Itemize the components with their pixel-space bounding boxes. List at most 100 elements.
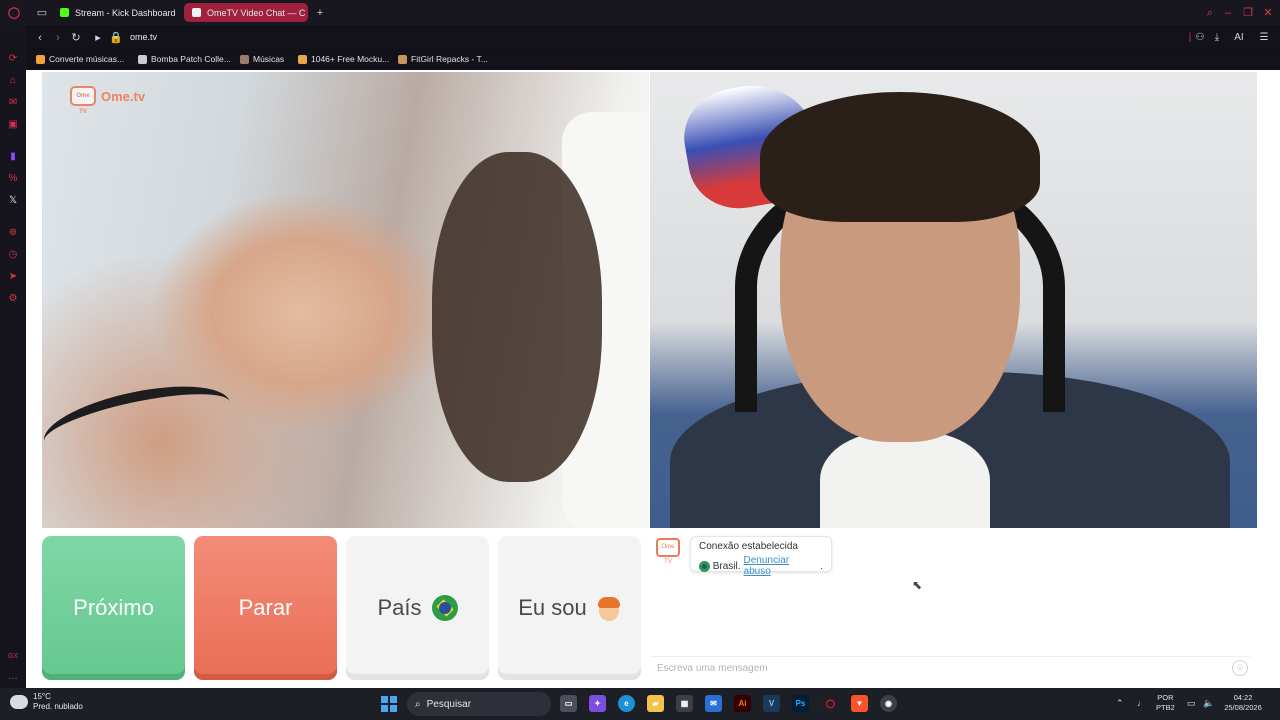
twitch-icon[interactable]: ▮ bbox=[6, 150, 20, 164]
url-field[interactable]: ome.tv bbox=[130, 32, 157, 42]
ometv-tv-icon: Ome TV bbox=[70, 86, 96, 115]
bookmark-item[interactable]: Converte músicas... bbox=[36, 54, 124, 64]
emoji-icon[interactable]: ☺ bbox=[1232, 660, 1248, 676]
bag-icon[interactable]: ⌂ bbox=[6, 74, 20, 88]
refresh-feed-icon[interactable]: ⟳ bbox=[6, 52, 20, 66]
gender-button[interactable]: Eu sou bbox=[498, 536, 641, 680]
address-bar: ‹ › ↻ ▸ 🔒 ome.tv | ⚇ ⤓ AI ☰ bbox=[26, 27, 1280, 49]
bookmark-item[interactable]: Músicas bbox=[240, 54, 284, 64]
report-suffix: . bbox=[820, 560, 823, 572]
bookmark-favicon-icon bbox=[138, 54, 147, 64]
gx-icon[interactable]: GX bbox=[6, 650, 20, 664]
cloud-icon bbox=[10, 695, 28, 709]
menu-icon[interactable]: ☰ bbox=[1256, 30, 1272, 46]
add-icon[interactable]: ⊕ bbox=[6, 226, 20, 240]
country-button[interactable]: País bbox=[346, 536, 489, 680]
tab-kick-dashboard[interactable]: Stream - Kick Dashboard bbox=[52, 3, 180, 22]
next-label: Próximo bbox=[73, 595, 154, 620]
kick-icon bbox=[60, 8, 69, 17]
settings-icon[interactable]: ⚙ bbox=[6, 292, 20, 306]
taskbar-search[interactable]: ⌕ Pesquisar bbox=[407, 692, 551, 716]
bookmark-label: Converte músicas... bbox=[49, 54, 125, 64]
minimize-icon[interactable]: – bbox=[1219, 5, 1237, 21]
close-icon[interactable]: ✕ bbox=[1259, 5, 1277, 21]
messenger-icon[interactable]: ✉ bbox=[6, 96, 20, 110]
obs-icon[interactable]: ◉ bbox=[880, 695, 897, 712]
stop-button[interactable]: Parar bbox=[194, 536, 337, 680]
opera-logo-icon[interactable]: ◯ bbox=[6, 5, 22, 21]
windows-taskbar: 15°C Pred. nublado ⌕ Pesquisar ▭ ✦ e ▰ ▦… bbox=[0, 688, 1280, 720]
video-scene bbox=[820, 432, 990, 528]
message-input[interactable] bbox=[650, 656, 1250, 680]
reload-icon[interactable]: ↻ bbox=[68, 30, 84, 46]
tab-ometv[interactable]: OmeTV Video Chat — C bbox=[184, 3, 308, 22]
bookmarks-bar: Converte músicas... Bomba Patch Colle...… bbox=[26, 50, 1280, 70]
microphone-icon[interactable]: ♩ bbox=[1137, 698, 1146, 708]
new-tab-icon[interactable]: + bbox=[312, 5, 328, 21]
bookmark-favicon-icon bbox=[298, 54, 307, 64]
profile-icon[interactable]: ⚇ bbox=[1192, 30, 1208, 46]
report-abuse-link[interactable]: Denunciar abuso bbox=[744, 555, 818, 577]
bookmark-favicon-icon bbox=[36, 54, 45, 64]
bookmark-label: 1046+ Free Mocku... bbox=[311, 54, 390, 64]
download-icon[interactable]: ⤓ bbox=[1209, 30, 1225, 46]
ometv-logo: Ome TV Ome.tv bbox=[70, 86, 146, 115]
bookmark-item[interactable]: FitGirl Repacks - T... bbox=[398, 54, 488, 64]
bookmark-favicon-icon bbox=[240, 54, 249, 64]
opera-gx-icon[interactable]: ◯ bbox=[822, 695, 839, 712]
percent-icon[interactable]: % bbox=[6, 172, 20, 186]
history-icon[interactable]: ◷ bbox=[6, 248, 20, 262]
stop-label: Parar bbox=[238, 595, 293, 620]
search-icon: ⌕ bbox=[415, 698, 421, 710]
x-icon[interactable]: 𝕏 bbox=[6, 194, 20, 208]
logo-text: Ome.tv bbox=[101, 88, 146, 104]
bookmark-label: FitGirl Repacks - T... bbox=[411, 54, 488, 64]
v-app-icon[interactable]: V bbox=[763, 695, 780, 712]
language-indicator[interactable]: POR PTB2 bbox=[1156, 693, 1175, 713]
back-icon[interactable]: ‹ bbox=[32, 30, 48, 46]
more-icon[interactable]: … bbox=[6, 670, 20, 684]
lang-code: POR bbox=[1157, 693, 1174, 702]
network-icon[interactable]: ▭ bbox=[1187, 698, 1196, 709]
ometv-icon bbox=[192, 8, 201, 17]
partner-country: Brasil. bbox=[712, 560, 741, 572]
chat-panel: Ome TV Conexão estabelecida Brasil. Denu… bbox=[650, 528, 1257, 684]
date: 25/08/2026 bbox=[1224, 703, 1262, 712]
ai-button[interactable]: AI bbox=[1228, 30, 1250, 46]
mail-icon[interactable]: ✉ bbox=[705, 695, 722, 712]
tray-expand-icon[interactable]: ⌃ bbox=[1116, 698, 1124, 709]
brave-icon[interactable]: ▼ bbox=[851, 695, 868, 712]
clock[interactable]: 04:22 25/08/2026 bbox=[1222, 693, 1264, 713]
volume-icon[interactable]: 🔈 bbox=[1203, 698, 1214, 709]
illustrator-icon[interactable]: Ai bbox=[734, 695, 751, 712]
video-scene bbox=[760, 92, 1040, 222]
stranger-video: Ome TV Ome.tv bbox=[42, 72, 649, 528]
forward-icon[interactable]: › bbox=[50, 30, 66, 46]
weather-temp: 15°C bbox=[33, 692, 51, 701]
windows-start-icon[interactable] bbox=[381, 696, 397, 712]
workspaces-icon[interactable]: ▭ bbox=[34, 5, 50, 21]
copilot-icon[interactable]: ✦ bbox=[589, 695, 606, 712]
next-button[interactable]: Próximo bbox=[42, 536, 185, 680]
system-message: Conexão estabelecida Brasil. Denunciar a… bbox=[690, 536, 832, 577]
maximize-icon[interactable]: ❐ bbox=[1239, 5, 1257, 21]
instagram-icon[interactable]: ▣ bbox=[6, 118, 20, 132]
bookmark-item[interactable]: 1046+ Free Mocku... bbox=[298, 54, 389, 64]
browser-sidebar: ⟳ ⌂ ✉ ▣ ▮ % 𝕏 ⊕ ◷ ➤ ⚙ GX … bbox=[0, 26, 26, 688]
send-icon[interactable]: ➤ bbox=[6, 270, 20, 284]
search-tabs-icon[interactable]: ⌕ bbox=[1201, 5, 1219, 21]
store-icon[interactable]: ▦ bbox=[676, 695, 693, 712]
photoshop-icon[interactable]: Ps bbox=[792, 695, 809, 712]
connection-status: Conexão estabelecida bbox=[699, 541, 798, 552]
bookmark-label: Bomba Patch Colle... bbox=[151, 54, 231, 64]
task-view-icon[interactable]: ▭ bbox=[560, 695, 577, 712]
bookmark-item[interactable]: Bomba Patch Colle... bbox=[138, 54, 231, 64]
weather-widget[interactable]: 15°C Pred. nublado bbox=[10, 692, 83, 712]
search-label: Pesquisar bbox=[426, 698, 472, 710]
file-explorer-icon[interactable]: ▰ bbox=[647, 695, 664, 712]
edge-icon[interactable]: e bbox=[618, 695, 635, 712]
bookmark-label: Músicas bbox=[253, 54, 285, 64]
weather-desc: Pred. nublado bbox=[33, 702, 83, 711]
camera-icon[interactable]: ▸ bbox=[90, 30, 106, 46]
video-scene bbox=[42, 372, 237, 472]
